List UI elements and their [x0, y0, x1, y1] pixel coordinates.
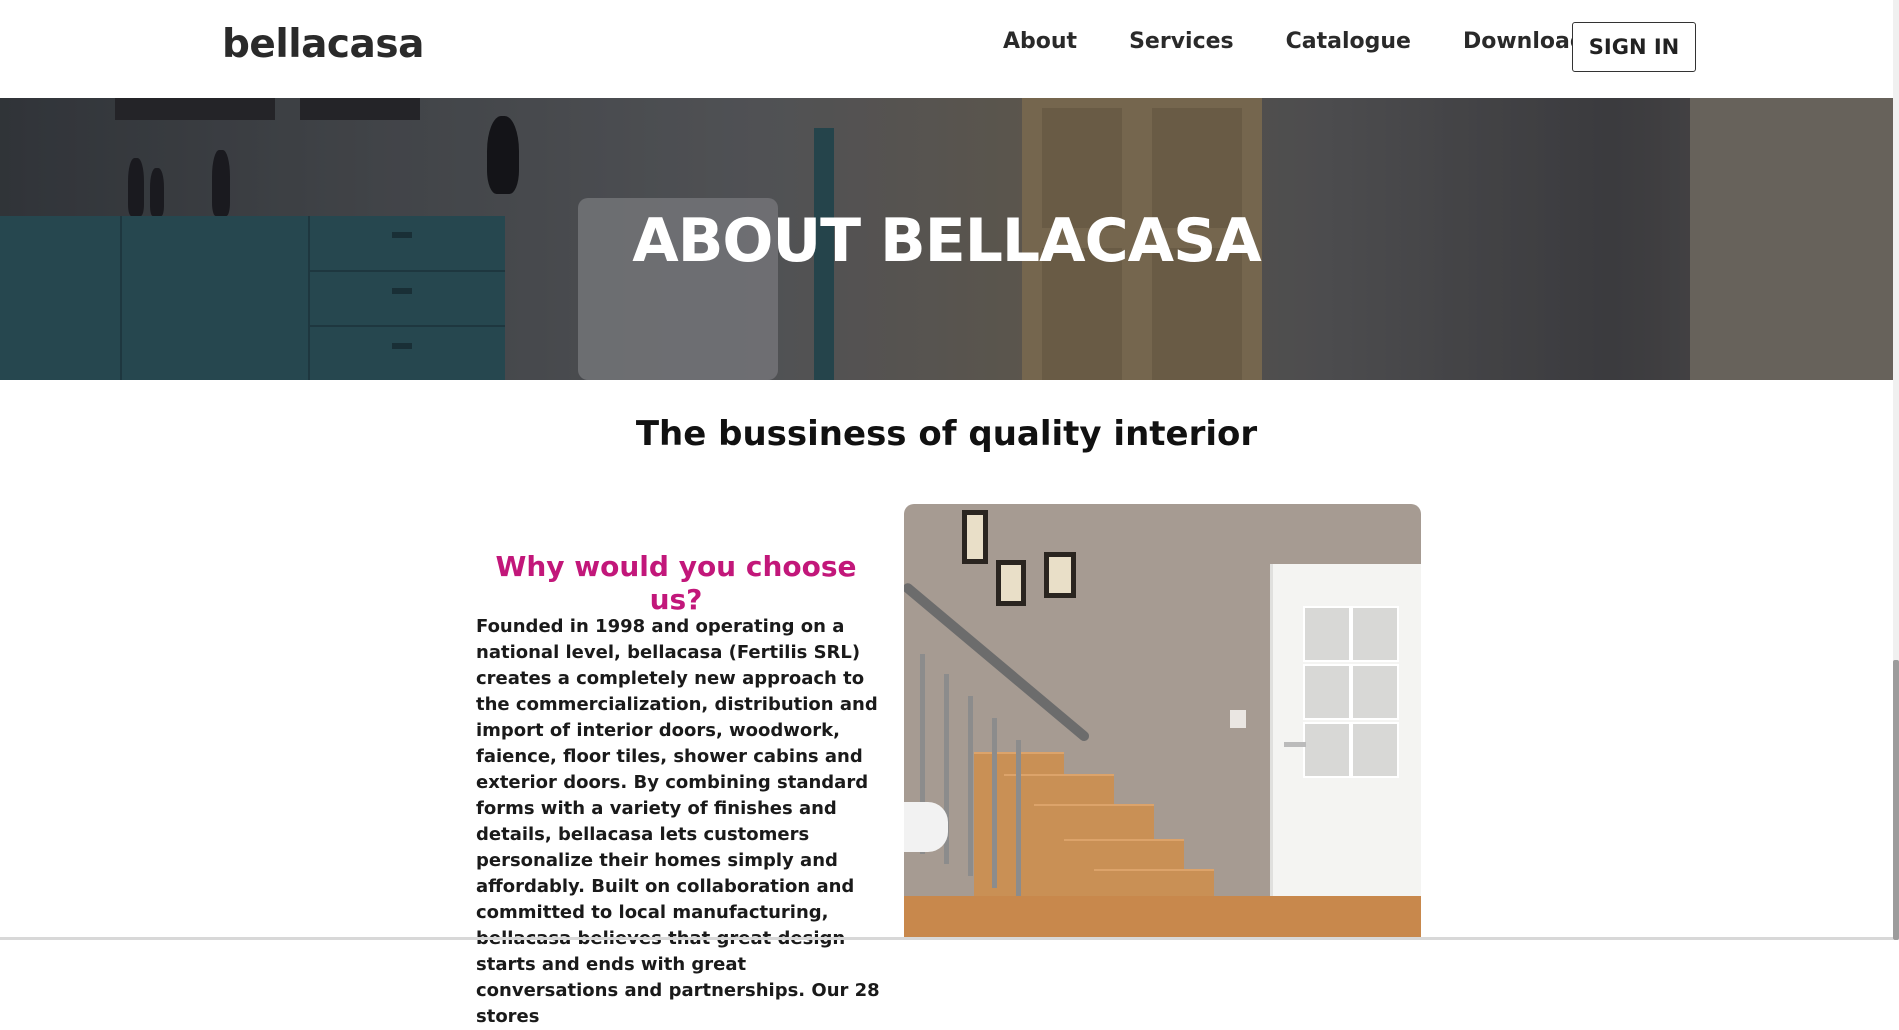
- wall-picture: [1044, 552, 1076, 598]
- stair-step: [1094, 869, 1214, 898]
- site-header: bellacasa About Services Catalogue Downl…: [0, 0, 1893, 99]
- hero-title: ABOUT BELLACASA: [632, 206, 1261, 276]
- nav-download[interactable]: Download: [1463, 29, 1586, 54]
- door-glass: [1351, 722, 1399, 778]
- page-scrollbar[interactable]: [1893, 0, 1899, 940]
- door-glass: [1351, 606, 1399, 662]
- logo[interactable]: bellacasa: [222, 22, 424, 67]
- about-body-text: Founded in 1998 and operating on a natio…: [476, 616, 880, 1027]
- wall-picture: [996, 560, 1026, 606]
- baluster: [992, 718, 997, 888]
- door-glass: [1303, 664, 1351, 720]
- baluster: [1016, 740, 1021, 896]
- baluster: [968, 696, 973, 876]
- main-nav: About Services Catalogue Download: [1003, 29, 1638, 54]
- nav-services[interactable]: Services: [1129, 29, 1234, 54]
- section-subtitle: The bussiness of quality interior: [635, 414, 1258, 454]
- white-door: [1270, 564, 1421, 940]
- hero-banner: ABOUT BELLACASA: [0, 98, 1893, 380]
- interior-photo: [904, 504, 1421, 940]
- nav-catalogue[interactable]: Catalogue: [1286, 29, 1411, 54]
- door-glass: [1303, 606, 1351, 662]
- wall-picture: [962, 510, 988, 564]
- why-choose-heading: Why would you choose us?: [495, 550, 857, 616]
- scrollbar-thumb[interactable]: [1893, 660, 1899, 940]
- nav-about[interactable]: About: [1003, 29, 1077, 54]
- light-switch: [1230, 710, 1246, 728]
- wooden-floor: [904, 896, 1421, 940]
- white-chair: [904, 802, 948, 852]
- sign-in-button[interactable]: SIGN IN: [1572, 22, 1696, 72]
- door-handle: [1284, 742, 1306, 747]
- door-glass: [1303, 722, 1351, 778]
- door-glass: [1351, 664, 1399, 720]
